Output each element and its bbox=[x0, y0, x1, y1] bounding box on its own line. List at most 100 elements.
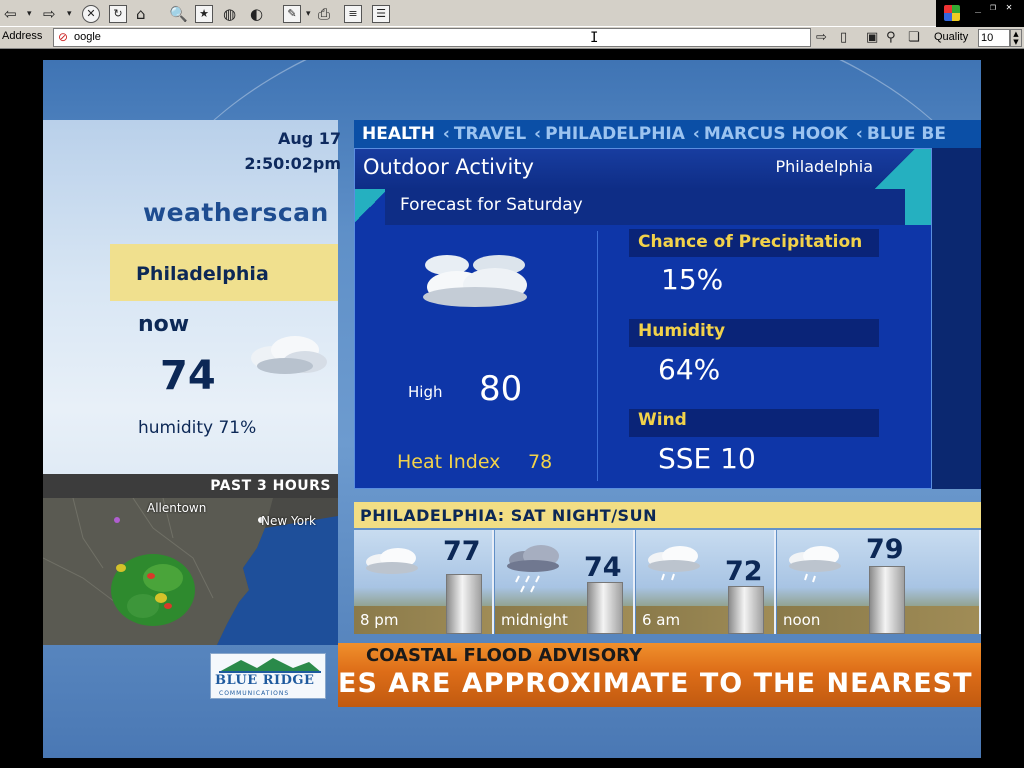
radar-title: PAST 3 HOURS bbox=[210, 478, 331, 494]
precip-value: 15% bbox=[661, 263, 724, 296]
high-label: High bbox=[408, 383, 443, 401]
ticker-separator-icon: ‹ bbox=[855, 124, 863, 144]
brand-title: weatherscan bbox=[143, 198, 329, 227]
text-icon[interactable]: ☰ bbox=[372, 3, 390, 24]
extended-temp: 77 bbox=[443, 536, 481, 567]
heat-index-value: 78 bbox=[528, 451, 553, 473]
now-label: now bbox=[138, 312, 190, 337]
cloudy-icon bbox=[366, 548, 418, 574]
edit-icon[interactable]: ✎ bbox=[283, 3, 301, 24]
quality-label: Quality bbox=[934, 31, 969, 43]
wind-value: SSE 10 bbox=[658, 442, 756, 475]
extended-time: midnight bbox=[501, 611, 568, 629]
advisory-title: COASTAL FLOOD ADVISORY bbox=[366, 645, 643, 666]
extended-cell: 79 noon bbox=[777, 530, 981, 634]
page-blocked-icon: ⊘ bbox=[58, 30, 69, 44]
radar-city-new-york: New York bbox=[261, 514, 316, 528]
quality-input[interactable]: 10 bbox=[978, 29, 1010, 47]
back-icon[interactable]: ⇦ bbox=[4, 3, 17, 24]
fullscreen-icon[interactable]: ◐ bbox=[250, 3, 263, 24]
temperature-bar bbox=[446, 574, 482, 634]
panel-accent bbox=[355, 189, 385, 225]
go-icon[interactable]: ⇨ bbox=[816, 30, 827, 45]
extended-title: PHILADELPHIA: SAT NIGHT/SUN bbox=[360, 506, 657, 525]
search-icon[interactable]: 🔍 bbox=[169, 3, 188, 24]
panel-title: Outdoor Activity bbox=[363, 155, 534, 179]
ticker-item-health: HEALTH bbox=[362, 124, 435, 144]
ticker-item-travel: TRAVEL bbox=[453, 124, 527, 144]
temperature-bar bbox=[587, 582, 623, 634]
ticker-item-blue-bell: BLUE BE bbox=[866, 124, 946, 144]
panel-edge bbox=[932, 148, 981, 489]
address-label: Address bbox=[2, 30, 43, 42]
quality-spinner[interactable]: ▲ ▼ bbox=[1010, 29, 1022, 47]
current-temperature: 74 bbox=[160, 353, 216, 399]
high-value: 80 bbox=[479, 369, 523, 409]
text-cursor-icon: I bbox=[590, 30, 599, 46]
advisory-crawl: ES ARE APPROXIMATE TO THE NEAREST bbox=[338, 668, 973, 699]
forward-icon[interactable]: ⇨ bbox=[43, 3, 56, 24]
city-name: Philadelphia bbox=[136, 263, 269, 285]
page-icon[interactable]: ≡ bbox=[344, 3, 362, 24]
radar-map: Allentown New York bbox=[43, 498, 338, 645]
current-humidity: humidity 71% bbox=[138, 418, 257, 438]
home-icon[interactable]: ⌂ bbox=[136, 3, 146, 24]
stop-icon[interactable]: ✕ bbox=[82, 3, 100, 24]
logo-text: BLUE RIDGE bbox=[215, 673, 315, 688]
temperature-bar bbox=[869, 566, 905, 634]
wind-label: Wind bbox=[638, 410, 687, 430]
address-bar: Address ⊘ oogle I ⇨ ▯ ▣ ⚲ ❏ Quality 10 ▲… bbox=[0, 27, 1024, 49]
forward-dropdown-icon[interactable]: ▾ bbox=[67, 3, 72, 24]
minimize-icon[interactable]: _ bbox=[975, 2, 981, 13]
cloud-rain-icon bbox=[789, 546, 841, 583]
cloud-rain-icon bbox=[648, 546, 700, 581]
address-input[interactable]: ⊘ oogle bbox=[53, 28, 811, 47]
edit-dropdown-icon[interactable]: ▾ bbox=[306, 3, 311, 24]
windows-logo-icon bbox=[944, 5, 960, 21]
favorites-icon[interactable]: ★ bbox=[195, 3, 213, 24]
print-icon[interactable]: ⎙ bbox=[318, 3, 330, 24]
extended-time: 6 am bbox=[642, 611, 681, 629]
ticker-item-philadelphia: PHILADELPHIA bbox=[545, 124, 685, 144]
logo-subtext: COMMUNICATIONS bbox=[219, 690, 290, 697]
zoom-icon[interactable]: ▣ bbox=[866, 30, 878, 45]
close-icon[interactable]: ✕ bbox=[1006, 2, 1012, 13]
current-conditions-panel bbox=[43, 120, 338, 533]
cloudy-icon bbox=[423, 255, 527, 307]
panel-location: Philadelphia bbox=[775, 157, 873, 176]
precip-label: Chance of Precipitation bbox=[638, 232, 863, 252]
extended-cell: 77 8 pm bbox=[354, 530, 494, 634]
radar-city-allentown: Allentown bbox=[147, 501, 207, 515]
restore-icon[interactable]: ❐ bbox=[990, 2, 996, 13]
date-time: Aug 17 2:50:02pm bbox=[244, 126, 341, 176]
humidity-label: Humidity bbox=[638, 321, 726, 341]
back-dropdown-icon[interactable]: ▾ bbox=[27, 3, 32, 24]
ticker-separator-icon: ‹ bbox=[534, 124, 542, 144]
extended-temp: 74 bbox=[584, 552, 622, 583]
history-icon[interactable]: ◍ bbox=[223, 3, 236, 24]
address-value[interactable]: oogle bbox=[74, 31, 101, 43]
blue-ridge-logo: BLUE RIDGE COMMUNICATIONS bbox=[210, 653, 326, 699]
category-ticker: HEALTH ‹ TRAVEL ‹ PHILADELPHIA ‹ MARCUS HOOK ‹ B… bbox=[354, 120, 981, 148]
advisory-banner: COASTAL FLOOD ADVISORY ES ARE APPROXIMAT… bbox=[338, 643, 981, 707]
ticker-item-marcus-hook: MARCUS HOOK bbox=[703, 124, 848, 144]
bookmark-icon[interactable]: ▯ bbox=[840, 30, 847, 45]
extended-time: 8 pm bbox=[360, 611, 399, 629]
mountain-logo-icon bbox=[219, 658, 321, 673]
outdoor-activity-panel: Outdoor Activity Philadelphia Forecast f… bbox=[354, 148, 932, 489]
date-text: Aug 17 bbox=[277, 129, 341, 148]
browser-toolbar: ⇦ ▾ ⇨ ▾ ✕ ↻ ⌂ 🔍 ★ ◍ ◐ ✎ ▾ ⎙ ≡ ☰ bbox=[0, 0, 1024, 27]
extended-cell: 72 6 am bbox=[636, 530, 776, 634]
ticker-separator-icon: ‹ bbox=[692, 124, 700, 144]
time-text: 2:50:02pm bbox=[244, 154, 341, 173]
find-icon[interactable]: ⚲ bbox=[886, 30, 896, 45]
ticker-separator-icon: ‹ bbox=[442, 124, 450, 144]
weatherscan-screen: Aug 17 2:50:02pm weatherscan Philadelphi… bbox=[43, 60, 981, 758]
temperature-bar bbox=[728, 586, 764, 634]
refresh-icon[interactable]: ↻ bbox=[109, 3, 127, 24]
panel-divider bbox=[597, 231, 598, 481]
copy-icon[interactable]: ❏ bbox=[908, 30, 920, 45]
extended-temp: 72 bbox=[725, 556, 763, 587]
forecast-subtitle: Forecast for Saturday bbox=[400, 195, 583, 215]
extended-time: noon bbox=[783, 611, 821, 629]
